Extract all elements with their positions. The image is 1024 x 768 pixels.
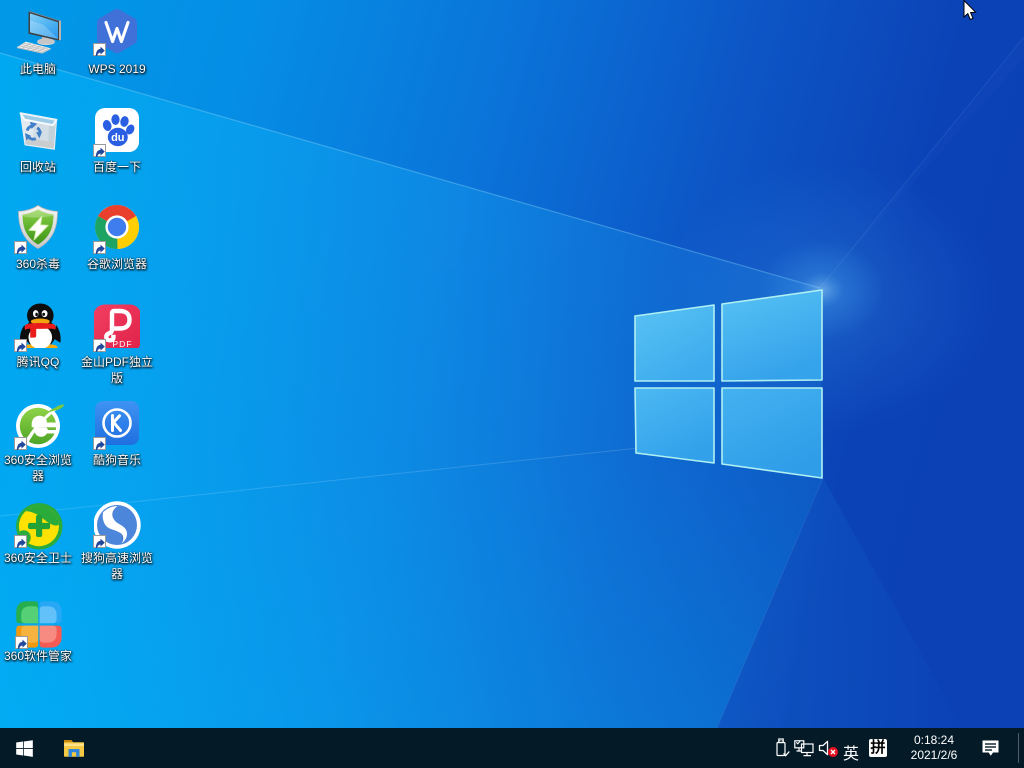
svg-text:du: du: [111, 132, 124, 144]
svg-text:PDF: PDF: [112, 339, 132, 348]
